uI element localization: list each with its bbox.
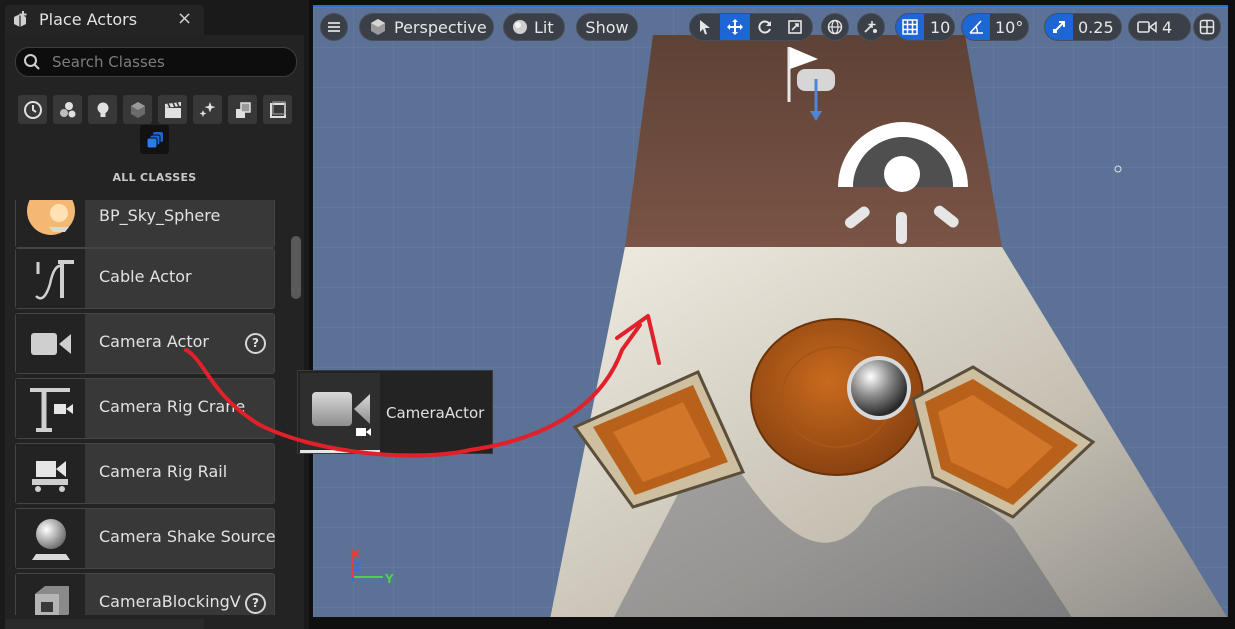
list-item-camera-rig-rail[interactable]: Camera Rig Rail — [15, 443, 275, 504]
drag-preview-underline — [300, 450, 380, 453]
search-box[interactable] — [15, 47, 297, 77]
list-item-cable-actor[interactable]: Cable Actor — [15, 248, 275, 309]
list-item-camera-actor[interactable]: Camera Actor ? — [15, 313, 275, 374]
scene-render — [313, 7, 1228, 617]
help-icon[interactable]: ? — [245, 333, 266, 354]
scale-tool-icon[interactable] — [780, 14, 810, 40]
shake-source-icon — [16, 509, 85, 568]
cinematic-icon[interactable] — [158, 95, 187, 124]
viewport-menu-button[interactable] — [320, 13, 348, 41]
axis-y-label: Y — [385, 572, 394, 586]
perspective-label: Perspective — [394, 17, 487, 37]
list-item-label: Camera Shake Source — [99, 527, 275, 546]
globe-icon — [827, 19, 843, 35]
surface-snap-icon — [864, 21, 877, 33]
recent-icon[interactable] — [18, 95, 47, 124]
list-item-camera-rig-crane[interactable]: Camera Rig Crane — [15, 378, 275, 439]
scale-snap-icon — [1045, 14, 1073, 40]
camera-speed-icon — [1137, 21, 1157, 33]
grid-snap-value: 10 — [930, 17, 951, 37]
reflection-sphere — [851, 360, 907, 416]
place-actors-panel: Place Actors × ALL CLASSES — [0, 0, 309, 629]
lights-icon[interactable] — [88, 95, 117, 124]
list-item-label: Camera Rig Crane — [99, 397, 246, 416]
world-space-button[interactable] — [821, 13, 849, 41]
level-viewport[interactable]: X Z Y Perspective Lit Show 10 10° 0.25 4 — [313, 5, 1228, 617]
list-item-label: CameraBlockingV — [99, 592, 241, 611]
shapes-icon[interactable] — [123, 95, 152, 124]
list-item-label: Cable Actor — [99, 267, 192, 286]
all-classes-label: ALL CLASSES — [112, 171, 197, 184]
camera-speed-value: 4 — [1162, 17, 1173, 37]
lit-button[interactable]: Lit — [503, 13, 565, 41]
list-scrollbar[interactable] — [291, 236, 301, 299]
lit-label: Lit — [534, 17, 554, 37]
camera-speed-button[interactable]: 4 — [1128, 13, 1191, 41]
scale-snap-value: 0.25 — [1078, 17, 1114, 37]
search-input[interactable] — [50, 51, 284, 73]
grid-icon — [896, 14, 924, 40]
panel-tab[interactable]: Place Actors × — [5, 5, 204, 35]
volumes-icon[interactable] — [228, 95, 257, 124]
scale-snap-button[interactable]: 0.25 — [1044, 13, 1122, 41]
transform-tools — [689, 13, 813, 41]
list-item-label: Camera Rig Rail — [99, 462, 228, 481]
show-button[interactable]: Show — [576, 13, 638, 41]
visual-effects-icon[interactable] — [193, 95, 222, 124]
place-actors-icon — [14, 11, 27, 27]
list-item-bp-sky-sphere[interactable]: BP_Sky_Sphere — [15, 200, 275, 248]
crane-icon — [16, 379, 85, 438]
perspective-button[interactable]: Perspective — [359, 13, 494, 41]
viewport-layout-button[interactable] — [1193, 13, 1221, 41]
list-item-camera-blocking-volume[interactable]: CameraBlockingV ? — [15, 573, 275, 615]
close-icon[interactable]: × — [177, 8, 192, 29]
angle-icon — [962, 14, 990, 40]
translate-tool-icon[interactable] — [720, 14, 750, 40]
rail-icon — [16, 444, 85, 503]
hamburger-icon — [328, 22, 340, 32]
rotation-snap-value: 10° — [995, 17, 1024, 37]
help-icon[interactable]: ? — [245, 593, 266, 614]
blocking-volume-icon — [16, 574, 85, 615]
geometry-icon[interactable] — [263, 95, 292, 124]
panel-title: Place Actors — [39, 10, 138, 29]
surface-snap-button[interactable] — [857, 13, 885, 41]
drag-preview-label: CameraActor — [386, 404, 485, 422]
panel-bottom-tab — [5, 619, 204, 629]
drag-preview: CameraActor — [297, 370, 493, 454]
actor-list: BP_Sky_Sphere Cable Actor Camera Actor ?… — [15, 200, 275, 615]
cable-icon — [16, 249, 85, 308]
list-item-label: BP_Sky_Sphere — [99, 206, 221, 225]
camera-icon — [16, 314, 85, 373]
search-icon — [24, 54, 40, 70]
list-item-camera-shake-source[interactable]: Camera Shake Source — [15, 508, 275, 569]
sky-sphere-icon — [16, 200, 85, 247]
lit-sphere-icon — [513, 20, 527, 34]
all-classes-icon[interactable] — [140, 125, 169, 154]
list-item-label: Camera Actor — [99, 332, 209, 351]
grid-snap-button[interactable]: 10 — [895, 13, 955, 41]
rotation-snap-button[interactable]: 10° — [961, 13, 1029, 41]
axis-z-label: Z — [353, 560, 362, 574]
perspective-cube-icon — [371, 19, 385, 35]
basic-icon[interactable] — [53, 95, 82, 124]
select-tool-icon[interactable] — [690, 14, 720, 40]
rotate-tool-icon[interactable] — [750, 14, 780, 40]
layout-grid-icon — [1199, 19, 1215, 35]
camera-icon — [300, 373, 380, 451]
axis-x-label: X — [351, 547, 361, 561]
show-label: Show — [585, 17, 629, 37]
